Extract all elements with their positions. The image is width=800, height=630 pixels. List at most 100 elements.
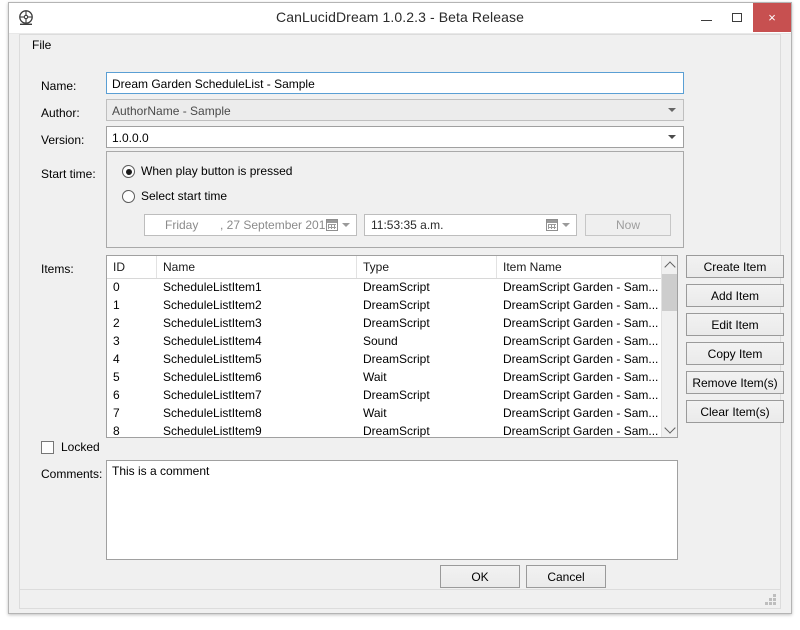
calendar-icon [546, 219, 558, 231]
copy-item-button[interactable]: Copy Item [686, 342, 784, 365]
close-button[interactable]: × [753, 3, 791, 32]
table-cell: DreamScript Garden - Sam... [503, 370, 659, 384]
table-cell: ScheduleListItem8 [163, 406, 262, 420]
table-cell: 2 [113, 316, 120, 330]
ok-button[interactable]: OK [440, 565, 520, 588]
version-combobox[interactable]: 1.0.0.0 [106, 126, 684, 148]
remove-items-button[interactable]: Remove Item(s) [686, 371, 784, 394]
resize-grip[interactable] [764, 593, 776, 605]
locked-label: Locked [61, 440, 100, 454]
radio-button-selected-icon [122, 165, 135, 178]
start-time-value: 11:53:35 a.m. [371, 218, 444, 232]
table-cell: DreamScript Garden - Sam... [503, 298, 659, 312]
table-row[interactable]: 8 ScheduleListItem9 DreamScript DreamScript… [107, 422, 661, 437]
menu-item-file[interactable]: File [28, 38, 55, 52]
table-cell: 7 [113, 406, 120, 420]
table-row[interactable]: 6 ScheduleListItem7 DreamScript DreamScript… [107, 386, 661, 404]
table-cell: DreamScript Garden - Sam... [503, 352, 659, 366]
table-cell: ScheduleListItem3 [163, 316, 262, 330]
chevron-down-icon [664, 422, 676, 434]
table-cell: 0 [113, 280, 120, 294]
table-cell: 3 [113, 334, 120, 348]
table-cell: DreamScript [363, 298, 430, 312]
start-date-picker[interactable]: Friday , 27 September 2013 [144, 214, 357, 236]
table-cell: DreamScript Garden - Sam... [503, 424, 659, 437]
table-row[interactable]: 5 ScheduleListItem6 Wait DreamScript Garden… [107, 368, 661, 386]
title-bar: CanLucidDream 1.0.2.3 - Beta Release × [9, 3, 791, 34]
radio-when-play-pressed-label: When play button is pressed [141, 164, 293, 178]
column-header-item-name[interactable]: Item Name [497, 256, 663, 278]
start-time-groupbox: When play button is pressed Select start… [106, 151, 684, 248]
items-label: Items: [41, 262, 74, 276]
name-input[interactable]: Dream Garden ScheduleList - Sample [106, 72, 684, 94]
table-cell: 5 [113, 370, 120, 384]
listview-scrollbar[interactable] [661, 256, 677, 437]
edit-item-button[interactable]: Edit Item [686, 313, 784, 336]
chevron-down-icon [342, 223, 350, 227]
checkbox-unchecked-icon [41, 441, 54, 454]
author-value: AuthorName - Sample [112, 104, 231, 118]
radio-button-unselected-icon [122, 190, 135, 203]
table-cell: DreamScript [363, 280, 430, 294]
comments-textarea[interactable]: This is a comment [106, 460, 678, 560]
client-panel: Name: Dream Garden ScheduleList - Sample… [19, 55, 784, 591]
add-item-button[interactable]: Add Item [686, 284, 784, 307]
start-date-value: , 27 September 2013 [220, 218, 333, 232]
table-cell: DreamScript [363, 424, 430, 437]
clear-items-button[interactable]: Clear Item(s) [686, 400, 784, 423]
start-date-weekday: Friday [165, 218, 199, 232]
table-cell: 8 [113, 424, 120, 437]
table-cell: 4 [113, 352, 120, 366]
cancel-button[interactable]: Cancel [526, 565, 606, 588]
table-cell: 6 [113, 388, 120, 402]
table-cell: DreamScript Garden - Sam... [503, 406, 659, 420]
application-window: CanLucidDream 1.0.2.3 - Beta Release × F… [8, 2, 792, 614]
table-row[interactable]: 0 ScheduleListItem1 DreamScript DreamScript… [107, 278, 661, 296]
table-cell: ScheduleListItem2 [163, 298, 262, 312]
menu-bar: File [19, 34, 781, 55]
start-time-picker[interactable]: 11:53:35 a.m. [364, 214, 577, 236]
author-label: Author: [41, 106, 80, 120]
table-cell: DreamScript Garden - Sam... [503, 280, 659, 294]
minimize-icon [701, 20, 712, 21]
radio-select-start-time-label: Select start time [141, 189, 228, 203]
table-row[interactable]: 3 ScheduleListItem4 Sound DreamScript Garde… [107, 332, 661, 350]
table-cell: ScheduleListItem5 [163, 352, 262, 366]
table-cell: DreamScript Garden - Sam... [503, 316, 659, 330]
author-combobox[interactable]: AuthorName - Sample [106, 99, 684, 121]
table-cell: Wait [363, 406, 387, 420]
name-label: Name: [41, 79, 77, 93]
table-row[interactable]: 7 ScheduleListItem8 Wait DreamScript Garden… [107, 404, 661, 422]
column-header-id[interactable]: ID [107, 256, 157, 278]
listview-body: 0 ScheduleListItem1 DreamScript DreamScript… [107, 278, 661, 437]
table-row[interactable]: 1 ScheduleListItem2 DreamScript DreamScript… [107, 296, 661, 314]
table-cell: ScheduleListItem4 [163, 334, 262, 348]
version-value: 1.0.0.0 [112, 131, 149, 145]
chevron-up-icon [664, 261, 676, 273]
table-cell: DreamScript [363, 316, 430, 330]
table-cell: ScheduleListItem6 [163, 370, 262, 384]
table-row[interactable]: 4 ScheduleListItem5 DreamScript DreamScript… [107, 350, 661, 368]
scroll-up-button[interactable] [662, 256, 677, 273]
scroll-down-button[interactable] [662, 420, 677, 437]
table-cell: ScheduleListItem9 [163, 424, 262, 437]
comments-label: Comments: [41, 467, 103, 481]
items-listview[interactable]: ID Name Type Item Name 0 ScheduleListItem… [106, 255, 678, 438]
column-header-name[interactable]: Name [157, 256, 357, 278]
table-cell: DreamScript Garden - Sam... [503, 334, 659, 348]
now-button[interactable]: Now [585, 214, 671, 236]
table-cell: ScheduleListItem1 [163, 280, 262, 294]
column-header-type[interactable]: Type [357, 256, 497, 278]
scrollbar-thumb[interactable] [662, 274, 677, 311]
table-cell: 1 [113, 298, 120, 312]
status-bar [19, 589, 781, 609]
minimize-button[interactable] [691, 3, 722, 32]
table-cell: Sound [363, 334, 398, 348]
table-cell: Wait [363, 370, 387, 384]
table-cell: ScheduleListItem7 [163, 388, 262, 402]
create-item-button[interactable]: Create Item [686, 255, 784, 278]
maximize-button[interactable] [722, 3, 753, 32]
table-row[interactable]: 2 ScheduleListItem3 DreamScript DreamScript… [107, 314, 661, 332]
calendar-icon [326, 219, 338, 231]
listview-header: ID Name Type Item Name [107, 256, 677, 279]
